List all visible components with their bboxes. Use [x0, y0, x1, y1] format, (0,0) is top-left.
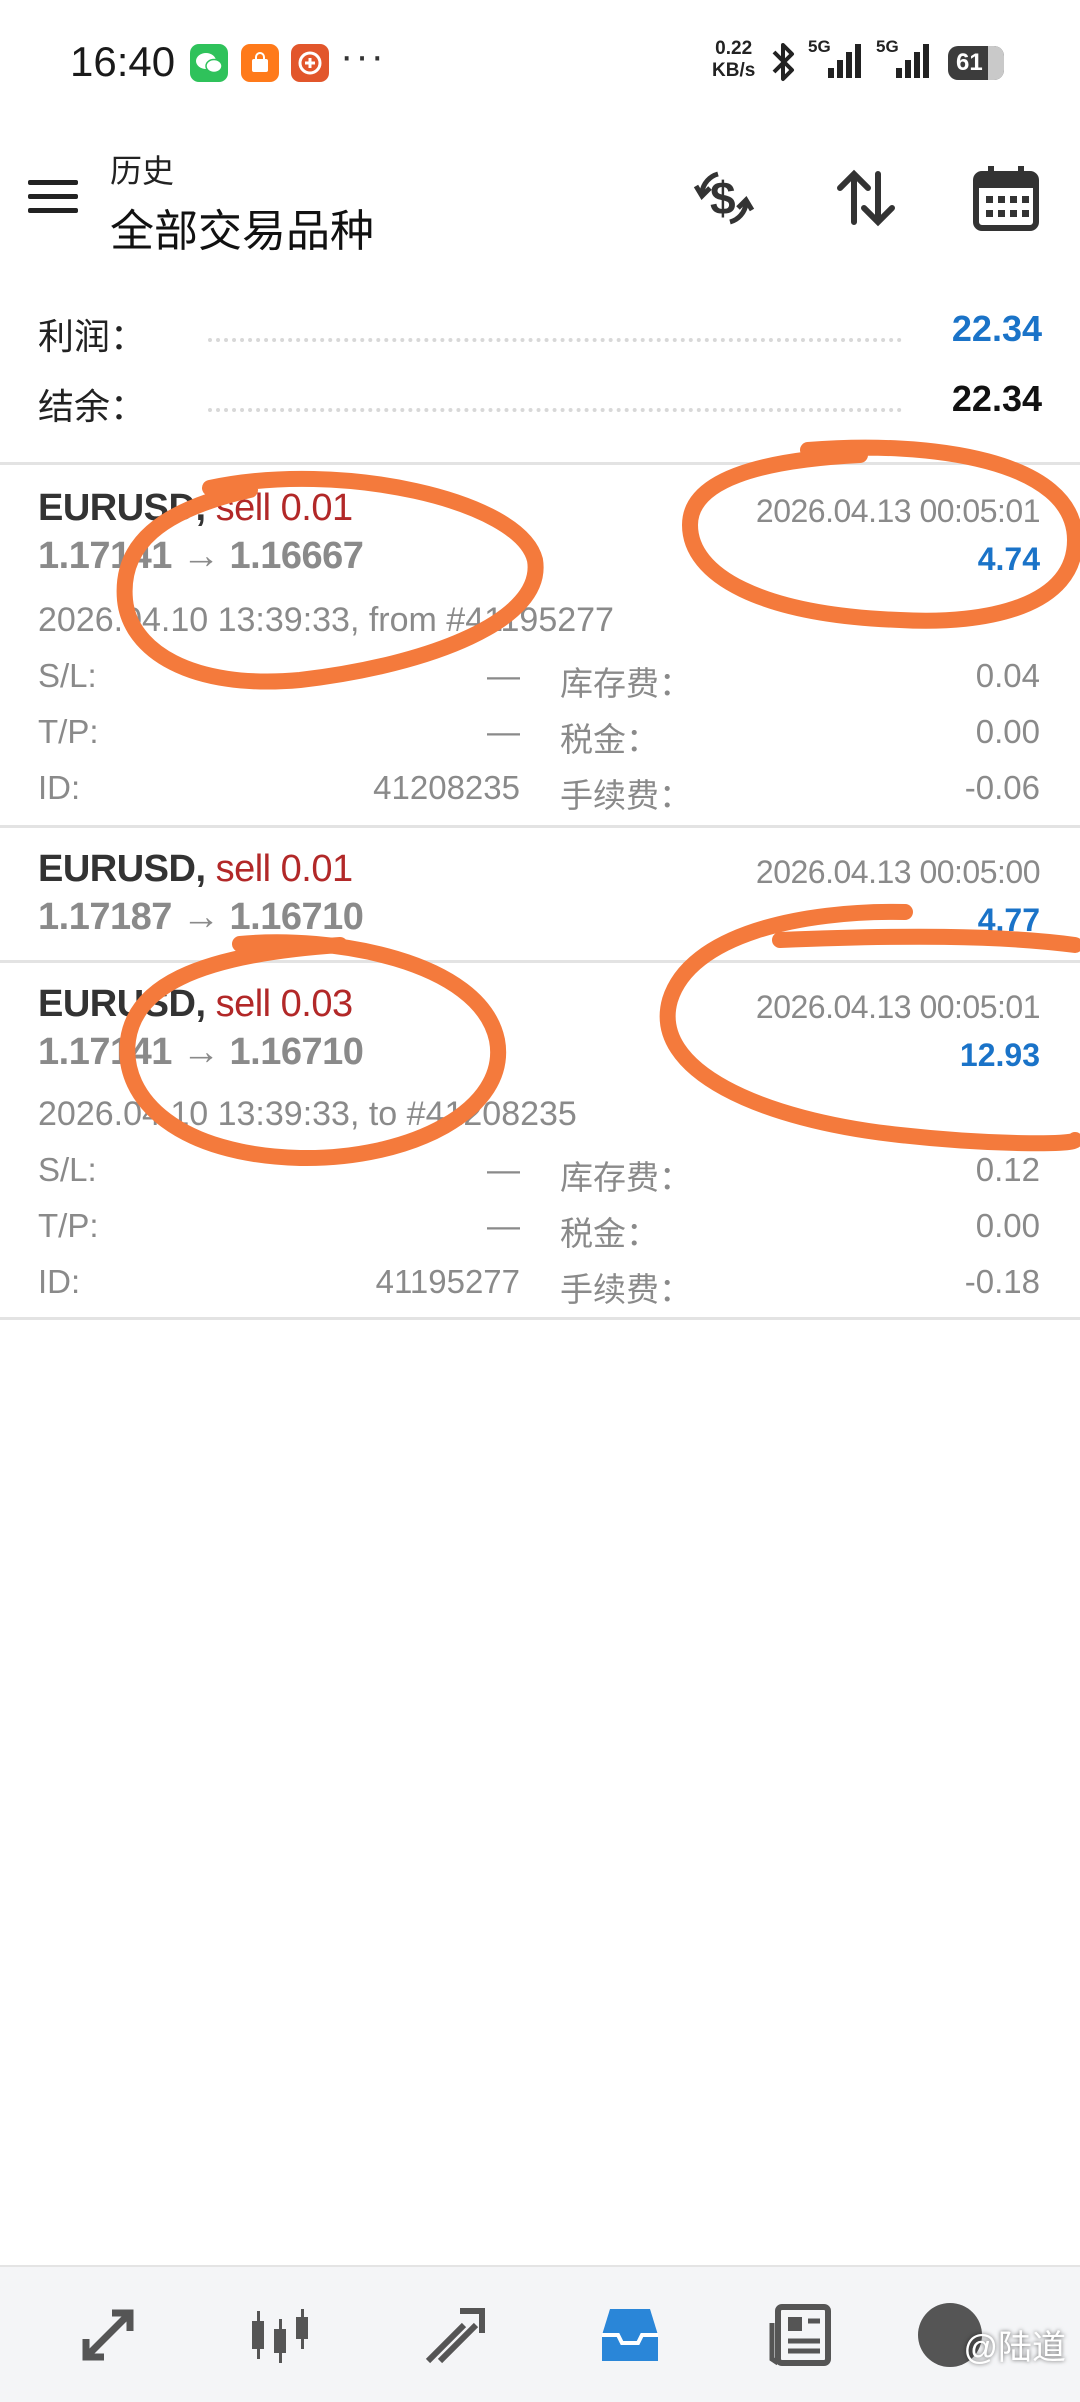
deal-row[interactable]: EURUSD, sell 0.01 1.17187 → 1.16710 2026…	[0, 828, 1080, 960]
swap-label: 库存费：	[560, 1159, 692, 1196]
calendar-icon[interactable]	[970, 162, 1042, 234]
dotted-leader	[208, 408, 902, 412]
swap-value: 0.04	[975, 657, 1040, 694]
deal-prices: 1.17141 → 1.16710	[38, 1031, 364, 1073]
balance-label: 结余：	[38, 386, 147, 427]
sl-label: S/L:	[38, 657, 97, 694]
sort-icon[interactable]	[830, 162, 902, 234]
deal-prices: 1.17141 → 1.16667	[38, 535, 364, 577]
id-label: ID:	[38, 769, 81, 806]
balance-row: 结余： 22.34	[38, 378, 1042, 438]
tp-label: T/P:	[38, 713, 99, 750]
deal-profit: 4.77	[977, 902, 1040, 938]
more-notifications: ···	[340, 34, 386, 78]
deal-profit: 12.93	[959, 1037, 1040, 1073]
deal-row[interactable]: EURUSD, sell 0.01 1.17141 → 1.16667 2026…	[0, 465, 1080, 825]
deal-close-time: 2026.04.13 00:05:01	[755, 989, 1041, 1025]
swap-value: 0.12	[975, 1151, 1040, 1188]
wechat-icon	[190, 44, 228, 82]
status-time: 16:40	[70, 38, 176, 85]
tax-value: 0.00	[975, 1207, 1040, 1244]
news-icon[interactable]	[760, 2295, 840, 2375]
deal-close-time: 2026.04.13 00:05:01	[755, 493, 1041, 529]
svg-text:5G: 5G	[876, 37, 899, 56]
battery-icon: 61	[948, 46, 1004, 80]
commission-value: -0.06	[964, 769, 1040, 806]
balance-value: 22.34	[951, 378, 1042, 419]
profit-value: 22.34	[951, 308, 1042, 349]
deal-open-info: 2026.04.10 13:39:33, to #41208235	[38, 1095, 577, 1133]
divider	[0, 1317, 1080, 1320]
deal-profit: 4.74	[977, 541, 1040, 577]
deal-close-time: 2026.04.13 00:05:00	[755, 854, 1041, 890]
remote-icon	[291, 44, 329, 82]
bottom-nav	[0, 2265, 1080, 2402]
tp-value: —	[487, 1207, 520, 1244]
tax-label: 税金：	[560, 1215, 659, 1252]
bluetooth-icon	[766, 40, 800, 89]
tp-label: T/P:	[38, 1207, 99, 1244]
menu-icon[interactable]	[28, 180, 80, 220]
signal-icon: 5G	[808, 36, 868, 89]
profit-label: 利润：	[38, 316, 147, 357]
commission-label: 手续费：	[560, 777, 692, 814]
dotted-leader	[208, 338, 902, 342]
signal-icon-2: 5G	[876, 36, 936, 89]
shopping-icon	[241, 44, 279, 82]
commission-value: -0.18	[964, 1263, 1040, 1300]
sl-value: —	[487, 657, 520, 694]
status-bar: 16:40 ··· 0.22 KB/s 5G 5G 61	[0, 0, 1080, 120]
deal-prices: 1.17187 → 1.16710	[38, 896, 364, 938]
deal-symbol: EURUSD, sell 0.01	[38, 848, 354, 890]
swap-label: 库存费：	[560, 665, 692, 702]
tax-label: 税金：	[560, 721, 659, 758]
currency-exchange-icon[interactable]: $	[688, 162, 760, 234]
tax-value: 0.00	[975, 713, 1040, 750]
id-value: 41195277	[375, 1263, 520, 1300]
deal-open-info: 2026.04.10 13:39:33, from #41195277	[38, 601, 614, 639]
sl-value: —	[487, 1151, 520, 1188]
page-title[interactable]: 全部交易品种	[110, 195, 374, 259]
deal-type: sell 0.03	[215, 983, 354, 1025]
watermark: @陆道	[963, 2329, 1066, 2367]
profit-row: 利润： 22.34	[38, 308, 1042, 368]
id-value: 41208235	[373, 769, 520, 806]
deal-symbol: EURUSD, sell 0.03	[38, 983, 354, 1025]
history-icon[interactable]	[590, 2295, 670, 2375]
network-speed: 0.22 KB/s	[712, 38, 756, 81]
trade-icon[interactable]	[416, 2295, 496, 2375]
chart-icon[interactable]	[240, 2295, 320, 2375]
deal-symbol: EURUSD, sell 0.01	[38, 487, 354, 529]
deal-type: sell 0.01	[215, 848, 354, 890]
commission-label: 手续费：	[560, 1271, 692, 1308]
id-label: ID:	[38, 1263, 81, 1300]
deal-row[interactable]: EURUSD, sell 0.03 1.17141 → 1.16710 2026…	[0, 963, 1080, 1319]
sl-label: S/L:	[38, 1151, 97, 1188]
page-subtitle: 历史	[110, 153, 175, 189]
deal-type: sell 0.01	[215, 487, 354, 529]
svg-text:5G: 5G	[808, 37, 831, 56]
svg-text:$: $	[710, 172, 736, 224]
quotes-icon[interactable]	[68, 2295, 148, 2375]
tp-value: —	[487, 713, 520, 750]
